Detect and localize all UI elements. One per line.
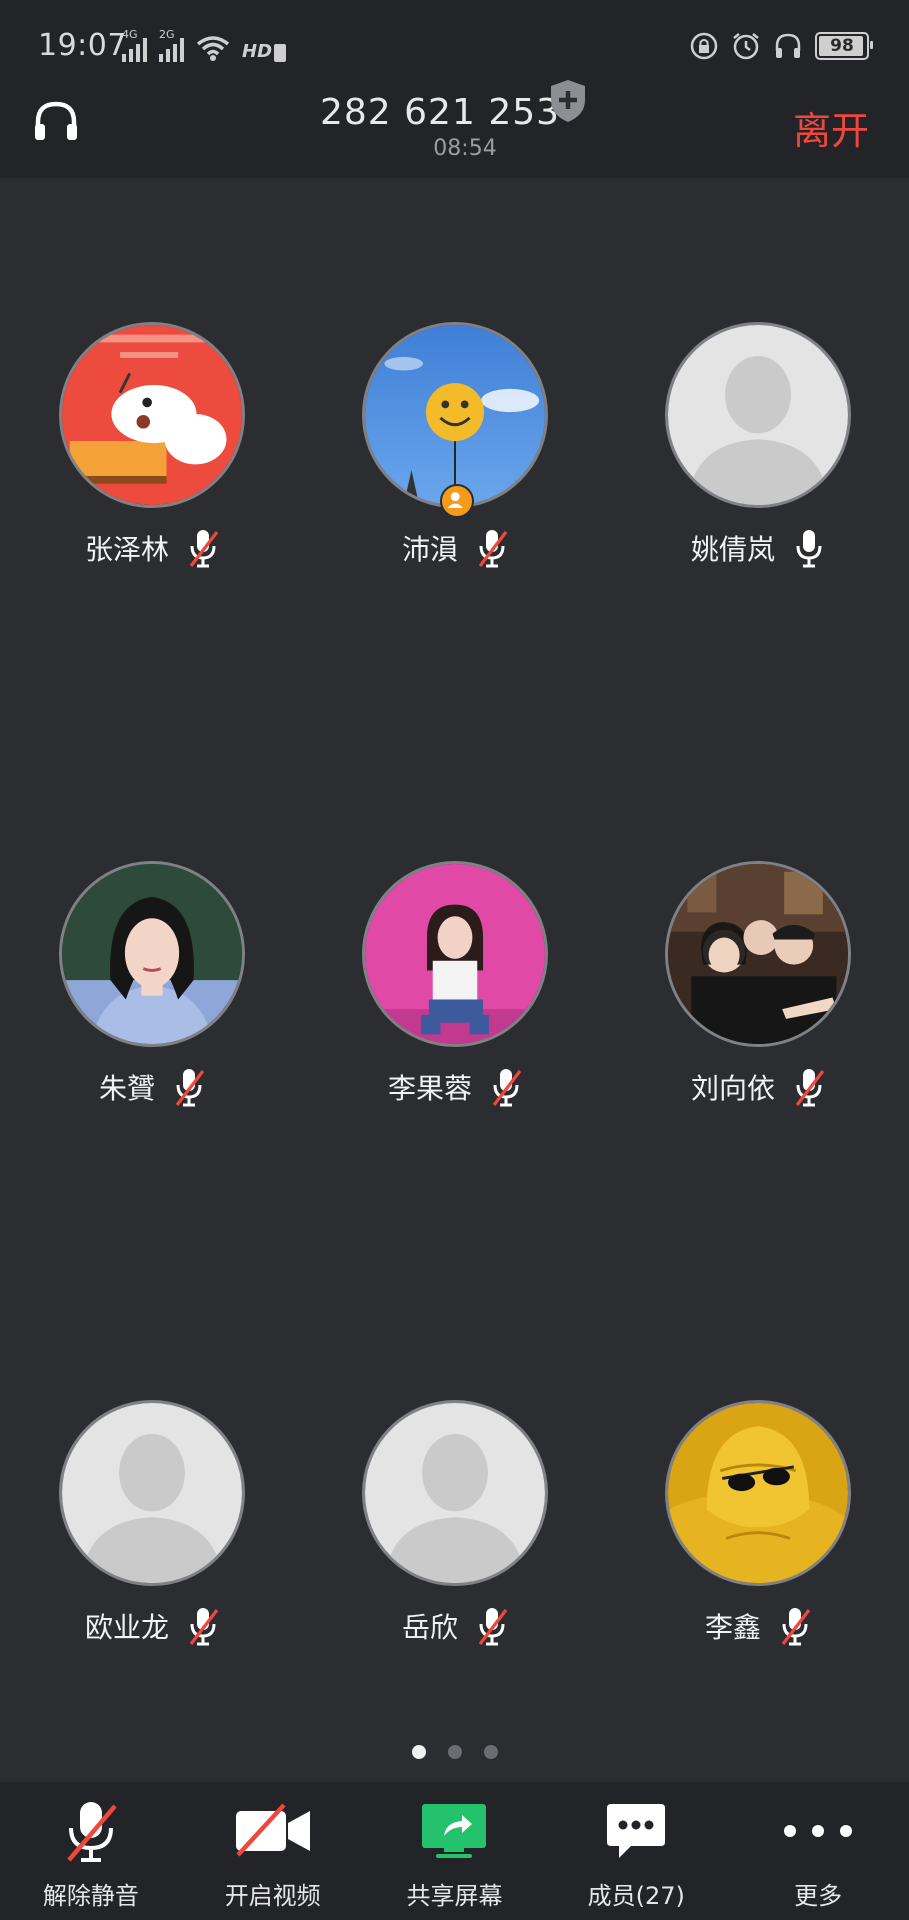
mic-muted-icon	[476, 1606, 508, 1646]
participant-name-row: 欧业龙	[2, 1606, 302, 1646]
participant-name: 李鑫	[704, 1611, 761, 1644]
security-shield-icon[interactable]	[548, 78, 588, 124]
page-dot-1[interactable]	[411, 1745, 426, 1759]
participant-name: 岳欣	[401, 1611, 458, 1644]
avatar[interactable]	[665, 1400, 851, 1586]
more-label: 更多	[794, 1882, 843, 1910]
meeting-header: 282 621 253 08:54 离开	[0, 80, 909, 178]
status-time: 19:07	[38, 28, 127, 63]
participant-name: 欧业龙	[84, 1611, 169, 1644]
avatar[interactable]	[362, 322, 548, 508]
participant-name: 刘向依	[690, 1072, 775, 1105]
avatar[interactable]	[665, 861, 851, 1047]
video-off-icon	[235, 1803, 310, 1857]
participant-name-row: 李果蓉	[305, 1067, 605, 1107]
avatar[interactable]	[362, 1400, 548, 1586]
meeting-id[interactable]: 282 621 253	[320, 92, 560, 133]
mic-muted-icon	[490, 1067, 522, 1107]
start-video-label: 开启视频	[224, 1882, 321, 1910]
share-screen-icon	[422, 1804, 487, 1858]
avatar[interactable]	[59, 1400, 245, 1586]
more-dots-icon	[784, 1825, 853, 1837]
signal-2g-icon: 2G	[159, 28, 184, 62]
participant-tile[interactable]: 岳欣	[305, 1400, 605, 1660]
avatar[interactable]	[665, 322, 851, 508]
participant-tile[interactable]: 李鑫	[608, 1400, 908, 1660]
chat-bubble-icon	[607, 1804, 666, 1858]
battery-level: 98	[830, 36, 854, 56]
leave-button[interactable]: 离开	[793, 100, 869, 155]
participant-name-row: 刘向依	[608, 1067, 908, 1107]
participant-name-row: 姚倩岚	[608, 528, 908, 568]
meeting-duration: 08:54	[433, 136, 497, 161]
alarm-icon	[733, 33, 759, 60]
participant-tile[interactable]: 张泽林	[2, 322, 302, 582]
rotation-lock-icon	[690, 32, 718, 60]
participant-name-row: 朱贇	[2, 1067, 302, 1107]
participant-name-row: 岳欣	[305, 1606, 605, 1646]
participant-name-row: 沛溳	[305, 528, 605, 568]
page-dot-3[interactable]	[483, 1745, 498, 1759]
unmute-label: 解除静音	[42, 1882, 139, 1910]
participant-name: 沛溳	[401, 533, 458, 566]
avatar[interactable]	[362, 861, 548, 1047]
mic-muted-icon	[173, 1067, 205, 1107]
battery-icon: 98	[815, 32, 873, 60]
avatar[interactable]	[59, 861, 245, 1047]
share-screen-button[interactable]: 共享屏幕	[364, 1782, 546, 1920]
participant-name: 姚倩岚	[690, 533, 775, 566]
mic-muted-icon	[793, 1067, 825, 1107]
mic-muted-icon	[476, 528, 508, 568]
headphone-status-icon	[775, 33, 801, 58]
page-indicator	[0, 1745, 909, 1759]
share-screen-label: 共享屏幕	[406, 1882, 503, 1910]
signal-2g-label: 2G	[159, 28, 175, 41]
participant-name: 朱贇	[98, 1072, 155, 1105]
members-button[interactable]: 成员(27)	[545, 1782, 727, 1920]
status-icons-right: 98	[689, 28, 873, 64]
meeting-screen: 19:07 4G 2G HD 98 282 621 253 08:54 离开 张…	[0, 0, 909, 1920]
mic-muted-icon	[187, 528, 219, 568]
start-video-button[interactable]: 开启视频	[182, 1782, 364, 1920]
participant-tile[interactable]: 沛溳	[305, 322, 605, 582]
mic-muted-icon	[187, 1606, 219, 1646]
hd-icon: HD	[242, 41, 287, 62]
participant-name-row: 张泽林	[2, 528, 302, 568]
mic-icon	[793, 528, 825, 568]
participant-tile[interactable]: 朱贇	[2, 861, 302, 1121]
members-label: 成员(27)	[587, 1882, 685, 1910]
mic-muted-icon	[67, 1802, 117, 1862]
host-badge-icon	[440, 484, 474, 518]
status-bar: 19:07 4G 2G HD 98	[0, 0, 909, 90]
page-dot-2[interactable]	[447, 1745, 462, 1759]
signal-4g-label: 4G	[122, 28, 138, 41]
avatar[interactable]	[59, 322, 245, 508]
status-icons-left: 4G 2G HD	[122, 28, 287, 62]
participant-name-row: 李鑫	[608, 1606, 908, 1646]
participant-name: 张泽林	[84, 533, 169, 566]
bottom-toolbar: 解除静音 开启视频 共享屏幕 成员(27) 更多	[0, 1782, 909, 1920]
signal-4g-icon: 4G	[122, 28, 147, 62]
participant-tile[interactable]: 欧业龙	[2, 1400, 302, 1660]
participant-tile[interactable]: 姚倩岚	[608, 322, 908, 582]
participant-name: 李果蓉	[387, 1072, 472, 1105]
hd-label: HD	[242, 41, 273, 62]
more-button[interactable]: 更多	[727, 1782, 909, 1920]
participant-tile[interactable]: 李果蓉	[305, 861, 605, 1121]
participant-tile[interactable]: 刘向依	[608, 861, 908, 1121]
wifi-icon	[196, 36, 230, 61]
unmute-button[interactable]: 解除静音	[0, 1782, 182, 1920]
mic-muted-icon	[779, 1606, 811, 1646]
